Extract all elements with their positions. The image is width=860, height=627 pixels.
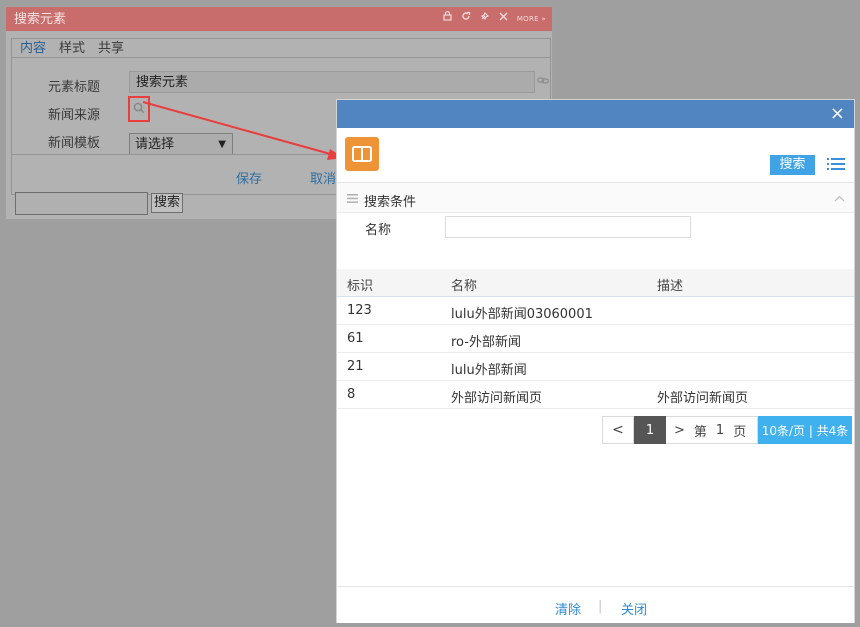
element-title-input[interactable]: 搜索元素 bbox=[129, 71, 535, 93]
cell-id: 21 bbox=[347, 359, 364, 374]
more-label: MORE bbox=[516, 15, 539, 23]
portlet-title: 搜索元素 bbox=[14, 12, 67, 27]
column-desc-header[interactable]: 描述 bbox=[657, 275, 683, 294]
page-jump: > 第 1 页 bbox=[666, 416, 758, 444]
clear-button[interactable]: 清除 bbox=[555, 599, 581, 618]
tab-style[interactable]: 样式 bbox=[59, 39, 85, 58]
search-conditions-title: 搜索条件 bbox=[364, 195, 417, 210]
dialog-footer: 清除 | 关闭 bbox=[337, 586, 854, 623]
pin-icon[interactable] bbox=[480, 6, 490, 32]
cancel-button[interactable]: 取消 bbox=[310, 168, 336, 187]
cell-id: 8 bbox=[347, 387, 356, 402]
dialog-close-button[interactable]: × bbox=[830, 103, 845, 125]
footer-separator: | bbox=[598, 599, 603, 614]
news-template-select[interactable]: 请选择 ▼ bbox=[129, 133, 233, 155]
save-button[interactable]: 保存 bbox=[236, 168, 262, 187]
column-id-header[interactable]: 标识 bbox=[347, 275, 373, 294]
portlet-tools: MORE » bbox=[443, 7, 546, 31]
page-number-input[interactable]: 1 bbox=[716, 423, 724, 438]
cell-desc: 外部访问新闻页 bbox=[657, 391, 749, 406]
cell-name: 外部访问新闻页 bbox=[451, 391, 543, 406]
column-name-header[interactable]: 名称 bbox=[451, 275, 477, 294]
tab-share[interactable]: 共享 bbox=[98, 39, 124, 58]
search-conditions-header[interactable]: 搜索条件 bbox=[337, 182, 854, 213]
select-news-source-dialog: × 搜索 搜索条件 名称 标识 名称 描述 123 lulu外部新闻030600… bbox=[336, 99, 855, 623]
more-link[interactable]: MORE » bbox=[517, 6, 546, 32]
close-icon[interactable] bbox=[499, 6, 508, 32]
table-row[interactable]: 8 外部访问新闻页 外部访问新闻页 bbox=[337, 381, 854, 409]
cell-name: lulu外部新闻03060001 bbox=[451, 307, 593, 322]
tab-content[interactable]: 内容 bbox=[20, 39, 46, 58]
current-page-button[interactable]: 1 bbox=[634, 416, 666, 444]
name-label: 名称 bbox=[365, 223, 392, 238]
book-icon bbox=[345, 137, 379, 171]
news-source-search-button[interactable] bbox=[128, 96, 150, 122]
chevron-up-icon[interactable] bbox=[834, 192, 845, 205]
more-suffix: » bbox=[541, 15, 546, 23]
next-page-button[interactable]: > bbox=[674, 423, 685, 438]
news-template-label: 新闻模板 bbox=[48, 136, 101, 151]
pagination: < 1 > 第 1 页 10条/页 | 共4条 bbox=[602, 416, 852, 444]
element-title-label: 元素标题 bbox=[48, 80, 101, 95]
bottom-search-input[interactable] bbox=[15, 192, 148, 215]
dialog-titlebar: × bbox=[337, 100, 854, 128]
bottom-search-button[interactable]: 搜索 bbox=[151, 193, 184, 213]
cell-id: 123 bbox=[347, 303, 372, 318]
page-suffix: 页 bbox=[733, 424, 747, 440]
menu-icon bbox=[347, 192, 358, 206]
caret-down-icon: ▼ bbox=[218, 139, 226, 150]
name-input[interactable] bbox=[445, 216, 691, 238]
table-row[interactable]: 21 lulu外部新闻 bbox=[337, 353, 854, 381]
link-icon[interactable] bbox=[537, 75, 549, 88]
list-icon[interactable] bbox=[827, 157, 845, 174]
portlet-tabs: 内容 样式 共享 bbox=[11, 38, 551, 58]
table-row[interactable]: 61 ro-外部新闻 bbox=[337, 325, 854, 353]
news-template-value: 请选择 bbox=[135, 137, 175, 152]
name-condition-row: 名称 bbox=[337, 213, 854, 241]
lock-icon[interactable] bbox=[443, 6, 452, 32]
cell-name: lulu外部新闻 bbox=[451, 363, 527, 378]
dialog-search-button[interactable]: 搜索 bbox=[770, 155, 815, 175]
cell-id: 61 bbox=[347, 331, 364, 346]
table-row[interactable]: 123 lulu外部新闻03060001 bbox=[337, 297, 854, 325]
results-table-header: 标识 名称 描述 bbox=[337, 269, 854, 297]
close-button[interactable]: 关闭 bbox=[621, 599, 647, 618]
news-source-label: 新闻来源 bbox=[48, 108, 101, 123]
search-icon bbox=[133, 102, 145, 117]
page-size-select[interactable]: 10条/页 | 共4条 bbox=[758, 416, 852, 444]
refresh-icon[interactable] bbox=[461, 6, 471, 32]
portlet-header: 搜索元素 MORE » bbox=[6, 7, 552, 31]
cell-name: ro-外部新闻 bbox=[451, 335, 521, 350]
page-prefix: 第 bbox=[693, 424, 707, 440]
prev-page-button[interactable]: < bbox=[602, 416, 634, 444]
